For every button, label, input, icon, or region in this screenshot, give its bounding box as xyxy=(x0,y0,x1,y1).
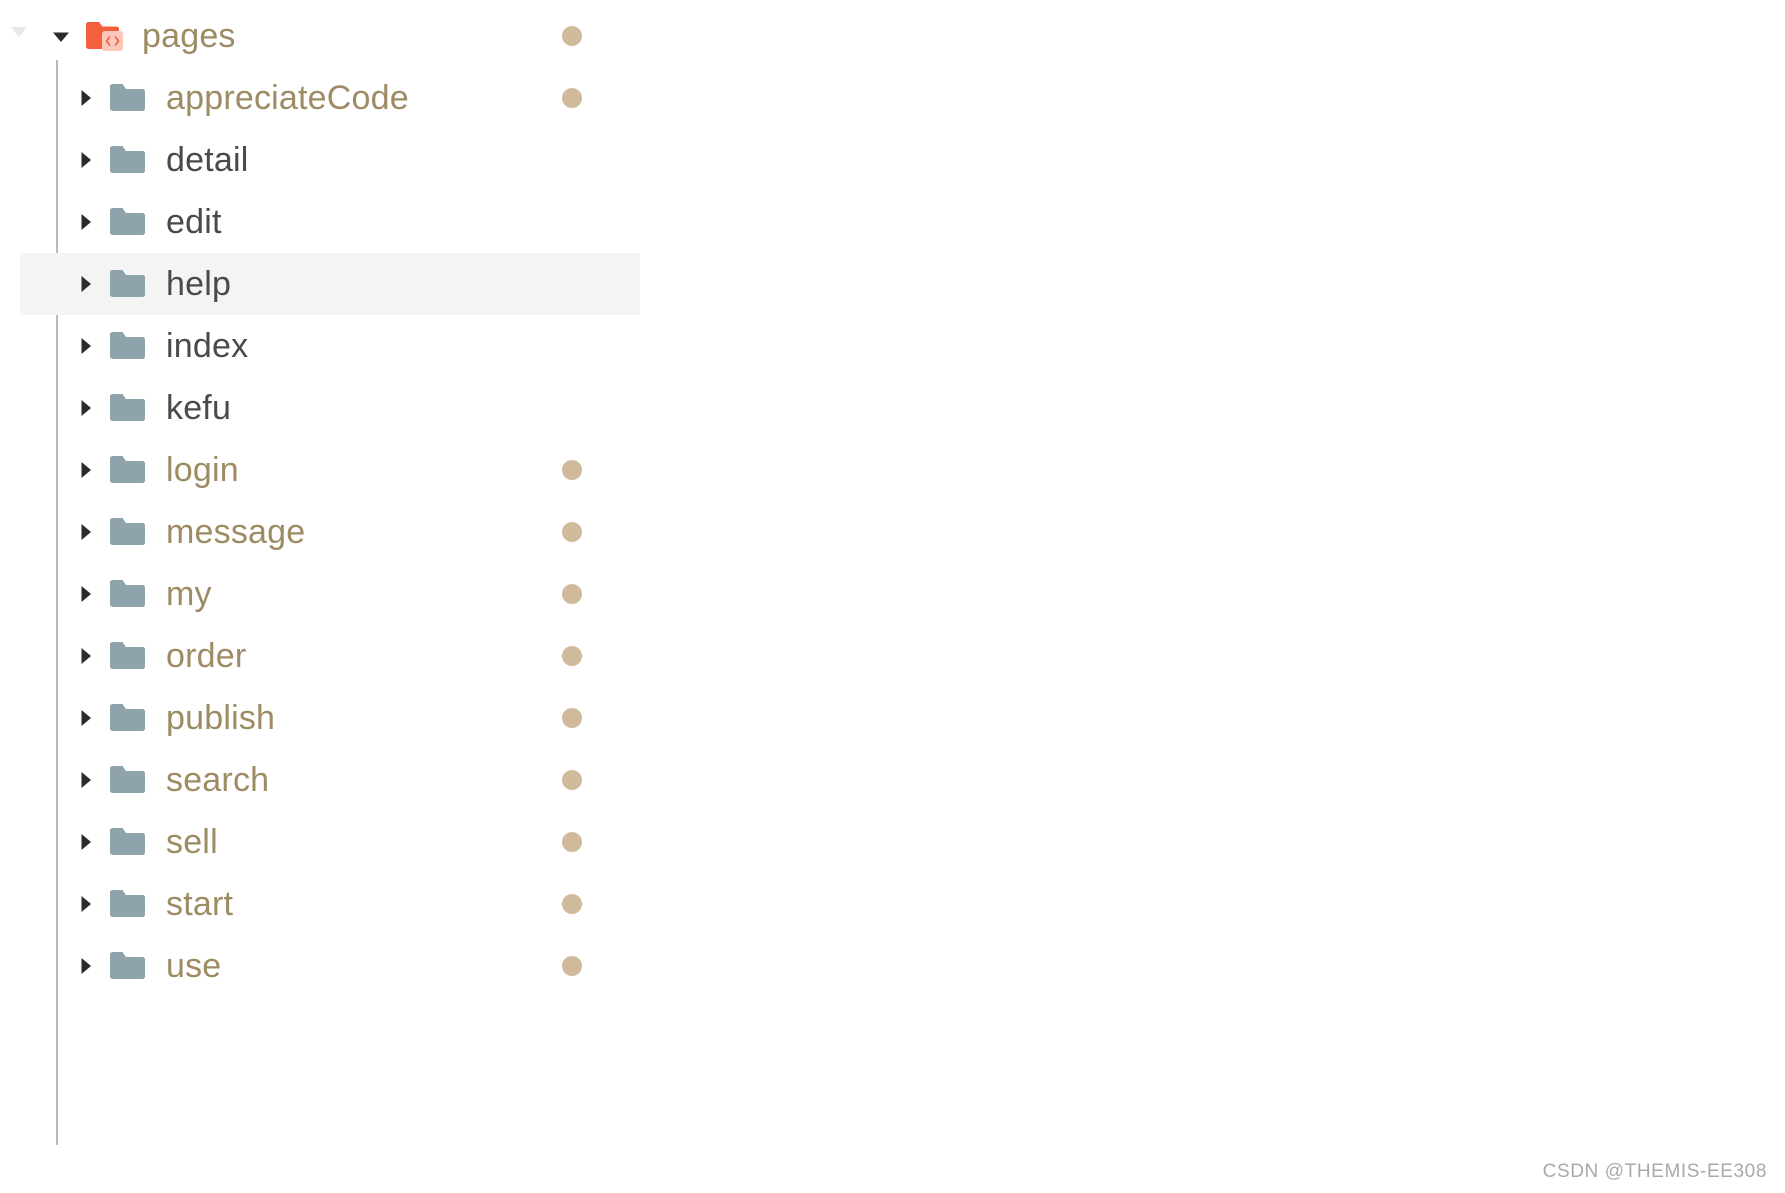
tree-node-label[interactable]: pages xyxy=(142,16,236,56)
tree-row-content: help xyxy=(0,253,231,315)
tree-node-label[interactable]: login xyxy=(166,450,239,490)
tree-row-content: search xyxy=(0,749,269,811)
tree-row-use[interactable]: use xyxy=(0,935,1785,997)
tree-node-label[interactable]: index xyxy=(166,326,248,366)
status-dot-icon xyxy=(562,832,582,852)
folder-icon xyxy=(108,811,150,873)
tree-row-index[interactable]: index xyxy=(0,315,1785,377)
tree-node-label[interactable]: order xyxy=(166,636,246,676)
tree-row-content: detail xyxy=(0,129,248,191)
status-dot-icon xyxy=(562,708,582,728)
tree-node-label[interactable]: my xyxy=(166,574,212,614)
tree-row-content: appreciateCode xyxy=(0,67,409,129)
tree-row-content: use xyxy=(0,935,221,997)
tree-node-label[interactable]: use xyxy=(166,946,221,986)
status-dot-icon xyxy=(562,522,582,542)
tree-row-appreciatecode[interactable]: appreciateCode xyxy=(0,67,1785,129)
chevron-right-icon[interactable] xyxy=(72,749,102,811)
project-file-tree[interactable]: pages appreciateCode detail edit help index ke… xyxy=(0,0,1785,1160)
folder-source-code-icon xyxy=(84,5,126,67)
folder-icon xyxy=(108,315,150,377)
tree-row-content: order xyxy=(0,625,246,687)
tree-row-content: pages xyxy=(0,5,236,67)
chevron-right-icon[interactable] xyxy=(72,935,102,997)
chevron-right-icon[interactable] xyxy=(72,67,102,129)
tree-row-content: sell xyxy=(0,811,218,873)
watermark-text: CSDN @THEMIS-EE308 xyxy=(1542,1161,1767,1182)
folder-icon xyxy=(108,749,150,811)
tree-node-label[interactable]: start xyxy=(166,884,233,924)
tree-row-content: publish xyxy=(0,687,275,749)
tree-node-label[interactable]: edit xyxy=(166,202,222,242)
chevron-right-icon[interactable] xyxy=(72,501,102,563)
tree-row-login[interactable]: login xyxy=(0,439,1785,501)
status-dot-icon xyxy=(562,88,582,108)
chevron-right-icon[interactable] xyxy=(72,315,102,377)
folder-icon xyxy=(108,253,150,315)
tree-node-label[interactable]: search xyxy=(166,760,269,800)
tree-row-my[interactable]: my xyxy=(0,563,1785,625)
tree-row-message[interactable]: message xyxy=(0,501,1785,563)
chevron-right-icon[interactable] xyxy=(72,129,102,191)
tree-node-label[interactable]: help xyxy=(166,264,231,304)
folder-icon xyxy=(108,873,150,935)
chevron-right-icon[interactable] xyxy=(72,377,102,439)
status-dot-icon xyxy=(562,770,582,790)
tree-row-sell[interactable]: sell xyxy=(0,811,1785,873)
chevron-right-icon[interactable] xyxy=(72,563,102,625)
chevron-right-icon[interactable] xyxy=(72,873,102,935)
status-dot-icon xyxy=(562,26,582,46)
tree-row-content: message xyxy=(0,501,305,563)
folder-icon xyxy=(108,67,150,129)
status-dot-icon xyxy=(562,460,582,480)
tree-row-start[interactable]: start xyxy=(0,873,1785,935)
status-dot-icon xyxy=(562,584,582,604)
tree-row-content: kefu xyxy=(0,377,231,439)
status-dot-icon xyxy=(562,894,582,914)
tree-row-help[interactable]: help xyxy=(0,253,1785,315)
chevron-right-icon[interactable] xyxy=(72,811,102,873)
chevron-right-icon[interactable] xyxy=(72,253,102,315)
folder-icon xyxy=(108,563,150,625)
tree-row-order[interactable]: order xyxy=(0,625,1785,687)
chevron-right-icon[interactable] xyxy=(72,439,102,501)
chevron-right-icon[interactable] xyxy=(72,191,102,253)
chevron-right-icon[interactable] xyxy=(72,625,102,687)
chevron-right-icon[interactable] xyxy=(72,687,102,749)
status-dot-icon xyxy=(562,646,582,666)
tree-row-pages[interactable]: pages xyxy=(0,5,1785,67)
tree-row-kefu[interactable]: kefu xyxy=(0,377,1785,439)
folder-icon xyxy=(108,501,150,563)
status-dot-icon xyxy=(562,956,582,976)
chevron-down-icon[interactable] xyxy=(48,5,78,67)
folder-icon xyxy=(108,439,150,501)
tree-row-detail[interactable]: detail xyxy=(0,129,1785,191)
tree-row-content: start xyxy=(0,873,233,935)
tree-row-publish[interactable]: publish xyxy=(0,687,1785,749)
tree-row-content: login xyxy=(0,439,239,501)
folder-icon xyxy=(108,935,150,997)
folder-icon xyxy=(108,625,150,687)
folder-icon xyxy=(108,129,150,191)
tree-row-edit[interactable]: edit xyxy=(0,191,1785,253)
tree-node-label[interactable]: detail xyxy=(166,140,248,180)
tree-row-content: my xyxy=(0,563,212,625)
tree-row-content: edit xyxy=(0,191,222,253)
tree-node-label[interactable]: publish xyxy=(166,698,275,738)
folder-icon xyxy=(108,687,150,749)
tree-node-label[interactable]: appreciateCode xyxy=(166,78,409,118)
tree-row-content: index xyxy=(0,315,248,377)
tree-node-label[interactable]: message xyxy=(166,512,305,552)
tree-row-search[interactable]: search xyxy=(0,749,1785,811)
folder-icon xyxy=(108,377,150,439)
folder-icon xyxy=(108,191,150,253)
tree-node-label[interactable]: sell xyxy=(166,822,218,862)
tree-node-label[interactable]: kefu xyxy=(166,388,231,428)
